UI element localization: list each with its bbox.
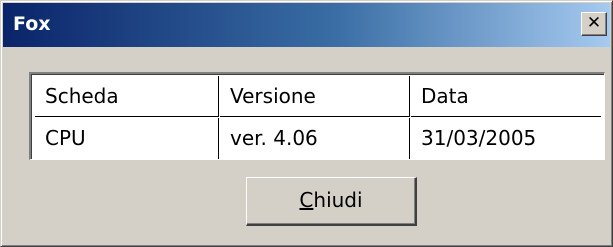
window-title: Fox xyxy=(13,13,51,35)
table-header-row: Scheda Versione Data xyxy=(31,76,604,117)
cell-versione: ver. 4.06 xyxy=(220,118,410,159)
close-icon[interactable]: ✕ xyxy=(581,12,607,36)
chiudi-button[interactable]: Chiudi xyxy=(246,177,417,226)
column-header-scheda: Scheda xyxy=(35,76,219,117)
chiudi-button-label: hiudi xyxy=(313,188,363,212)
chiudi-button-mnemonic: C xyxy=(299,188,314,212)
cell-scheda: CPU xyxy=(35,118,219,159)
column-header-data: Data xyxy=(411,76,601,117)
table-row: CPU ver. 4.06 31/03/2005 xyxy=(31,118,604,159)
title-bar[interactable]: Fox ✕ xyxy=(3,3,610,47)
column-header-versione: Versione xyxy=(220,76,410,117)
cell-data: 31/03/2005 xyxy=(421,126,537,150)
info-table: Scheda Versione Data CPU ver. 4.06 31/03… xyxy=(29,72,605,160)
dialog-window: Fox ✕ Scheda Versione Data CPU ver. 4.06… xyxy=(0,0,613,247)
